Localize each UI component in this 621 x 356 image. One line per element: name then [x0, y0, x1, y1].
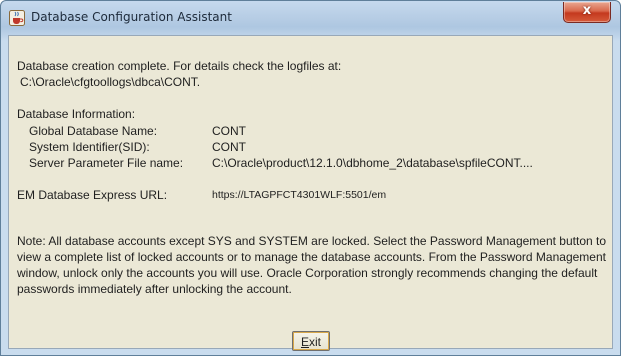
title-bar[interactable]: Database Configuration Assistant x [1, 1, 620, 35]
spfile-label: Server Parameter File name: [29, 156, 184, 170]
close-icon: x [582, 3, 592, 18]
completion-message: Database creation complete. For details … [17, 59, 342, 73]
sid-label: System Identifier(SID): [29, 140, 150, 154]
global-db-name-value: CONT [212, 124, 246, 138]
java-cup-icon [9, 10, 25, 26]
dialog-window: Database Configuration Assistant x Datab… [0, 0, 621, 356]
exit-mnemonic: E [300, 335, 309, 349]
exit-button[interactable]: Exit [292, 331, 330, 351]
database-info-heading: Database Information: [17, 107, 136, 121]
logfile-path: C:\Oracle\cfgtoollogs\dbca\CONT. [20, 75, 201, 89]
close-button[interactable]: x [563, 2, 611, 23]
spfile-value: C:\Oracle\product\12.1.0\dbhome_2\databa… [212, 156, 533, 170]
em-url-value: https://LTAGPFCT4301WLF:5501/em [212, 189, 387, 201]
em-url-label: EM Database Express URL: [17, 188, 168, 202]
window-title: Database Configuration Assistant [31, 10, 232, 24]
locked-accounts-note: Note: All database accounts except SYS a… [17, 234, 607, 296]
exit-label: xit [309, 335, 321, 349]
global-db-name-label: Global Database Name: [29, 124, 158, 138]
sid-value: CONT [212, 140, 246, 154]
